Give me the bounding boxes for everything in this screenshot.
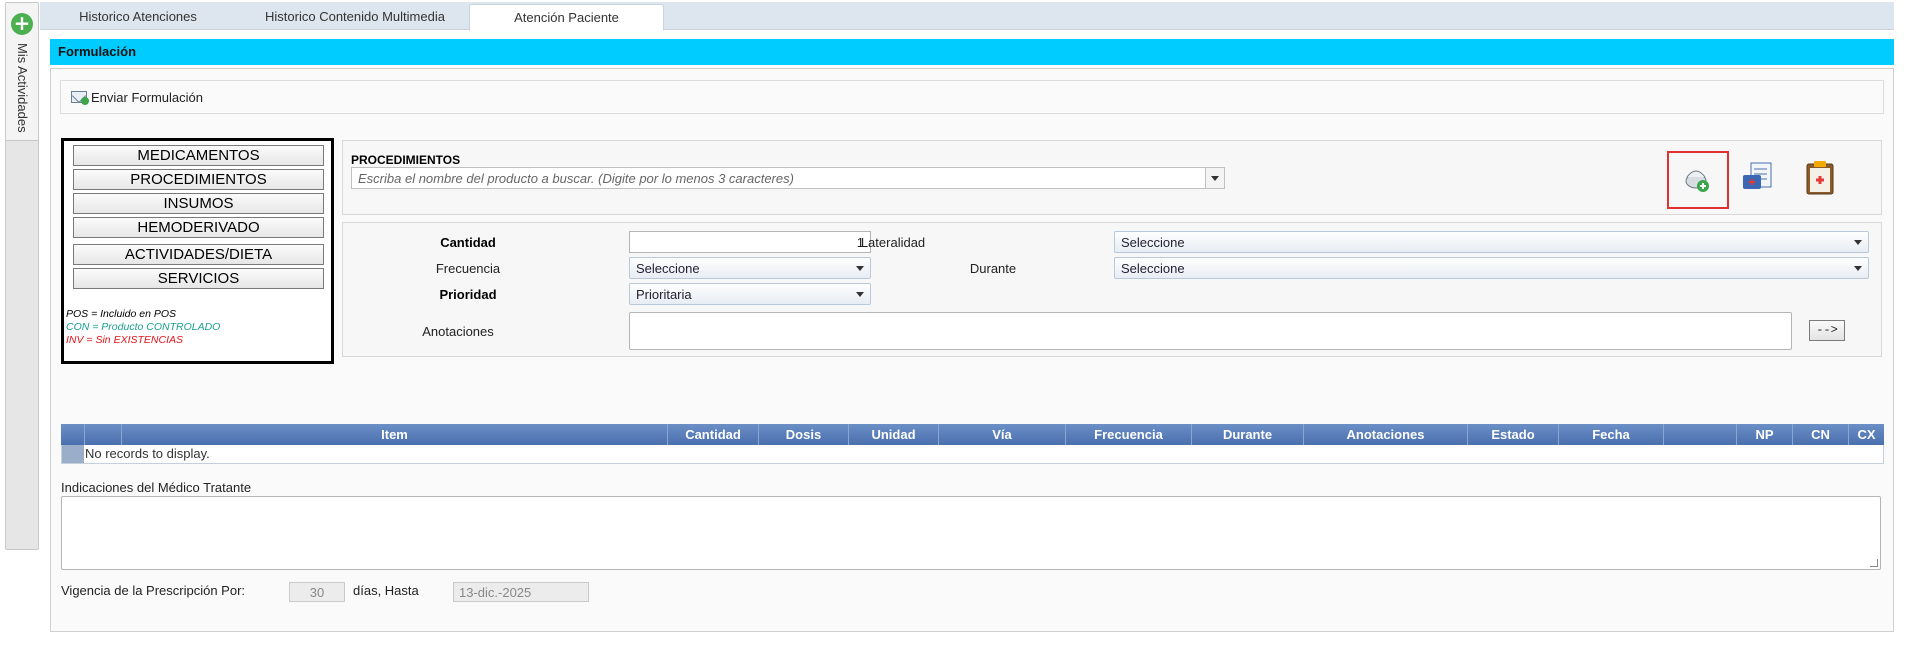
grid-col-select[interactable] [61,424,84,445]
grid-col-unidad[interactable]: Unidad [848,424,938,445]
grid-col-expand[interactable] [84,424,121,445]
grid-col-blank[interactable] [1663,424,1736,445]
grid-empty-row: No records to display. [61,445,1884,464]
lateralidad-value: Seleccione [1121,235,1185,250]
chevron-down-icon [1854,240,1862,245]
vigencia-days-input[interactable]: 30 [289,582,345,602]
frecuencia-select[interactable]: Seleccione [629,257,871,279]
durante-value: Seleccione [1121,261,1185,276]
grid-col-np[interactable]: NP [1736,424,1792,445]
cantidad-label: Cantidad [440,235,496,250]
grid-col-cx[interactable]: CX [1848,424,1884,445]
tab-bar: Historico Atenciones Historico Contenido… [40,2,1894,31]
prioridad-select[interactable]: Prioritaria [629,283,871,305]
category-procedimientos-button[interactable]: PROCEDIMIENTOS [73,169,324,190]
chevron-down-icon [1211,176,1219,181]
row-selector [62,445,84,463]
vigencia-until-input[interactable]: 13-dic.-2025 [453,582,589,602]
legend-inv: INV = Sin EXISTENCIAS [66,334,183,346]
medical-checklist-button[interactable] [1729,151,1791,209]
grid-col-via[interactable]: Vía [938,424,1065,445]
mis-actividades-tab[interactable]: + Mis Actividades [6,3,38,141]
chevron-down-icon [1854,266,1862,271]
grid-col-item[interactable]: Item [121,424,667,445]
tab-atencion-paciente[interactable]: Atención Paciente [469,4,664,31]
category-hemoderivado-button[interactable]: HEMODERIVADO [73,217,324,238]
mis-actividades-label: Mis Actividades [15,43,30,133]
anotaciones-input[interactable] [629,312,1792,350]
category-servicios-button[interactable]: SERVICIOS [73,268,324,289]
grid-col-dosis[interactable]: Dosis [758,424,848,445]
prescription-form: Cantidad 1 Lateralidad Seleccione Frecue… [342,222,1882,357]
prioridad-value: Prioritaria [636,287,692,302]
chevron-down-icon [856,266,864,271]
tab-historico-multimedia[interactable]: Historico Contenido Multimedia [246,4,464,30]
grid-col-frecuencia[interactable]: Frecuencia [1065,424,1191,445]
grid-empty-text: No records to display. [85,446,210,461]
grid-header: Item Cantidad Dosis Unidad Vía Frecuenci… [61,424,1884,445]
plus-dot-icon [81,97,89,105]
toolbar: Enviar Formulación [60,80,1884,114]
durante-select[interactable]: Seleccione [1114,257,1869,279]
grid-col-cantidad[interactable]: Cantidad [667,424,758,445]
product-search-dropdown[interactable] [1205,167,1225,189]
category-insumos-button[interactable]: INSUMOS [73,193,324,214]
add-product-icon [1685,170,1709,192]
chevron-down-icon [856,292,864,297]
product-search-input[interactable]: Escriba el nombre del producto a buscar.… [351,167,1207,189]
lateralidad-select[interactable]: Seleccione [1114,231,1869,253]
grid-col-durante[interactable]: Durante [1191,424,1303,445]
grid-col-cn[interactable]: CN [1792,424,1848,445]
section-title: Formulación [50,39,1894,65]
tab-historico-atenciones[interactable]: Historico Atenciones [68,4,208,30]
indicaciones-label: Indicaciones del Médico Tratante [61,480,252,495]
indicaciones-textarea[interactable] [61,496,1881,570]
vigencia-days-label: días, Hasta [353,583,419,598]
add-notes-button[interactable]: --> [1809,320,1845,341]
send-formulation-button[interactable]: Enviar Formulación [71,89,203,107]
prioridad-label: Prioridad [439,287,497,302]
resize-grip-icon[interactable] [1870,559,1878,567]
vigencia-label: Vigencia de la Prescripción Por: [61,583,246,598]
procedures-title: PROCEDIMIENTOS [351,153,461,167]
procedures-panel: PROCEDIMIENTOS Escriba el nombre del pro… [342,140,1882,215]
plus-circle-icon[interactable]: + [11,13,33,35]
grid-col-anotaciones[interactable]: Anotaciones [1303,424,1467,445]
grid-col-fecha[interactable]: Fecha [1558,424,1663,445]
durante-label: Durante [969,261,1017,276]
frecuencia-value: Seleccione [636,261,700,276]
clipboard-medical-button[interactable] [1791,151,1853,209]
legend-pos: POS = Incluido en POS [66,308,177,320]
legend-con: CON = Producto CONTROLADO [66,321,221,333]
grid-col-estado[interactable]: Estado [1467,424,1558,445]
frecuencia-label: Frecuencia [435,261,501,276]
lateralidad-label: Lateralidad [860,235,926,250]
medical-checklist-icon [1743,162,1772,189]
category-actividades-dieta-button[interactable]: ACTIVIDADES/DIETA [73,244,324,265]
category-box: MEDICAMENTOS PROCEDIMIENTOS INSUMOS HEMO… [61,138,334,364]
anotaciones-label: Anotaciones [422,324,494,339]
send-formulation-label: Enviar Formulación [91,90,203,105]
category-medicamentos-button[interactable]: MEDICAMENTOS [73,145,324,166]
side-panel: + Mis Actividades [5,2,39,550]
add-product-button[interactable] [1667,151,1729,209]
clipboard-medical-icon [1806,161,1834,195]
